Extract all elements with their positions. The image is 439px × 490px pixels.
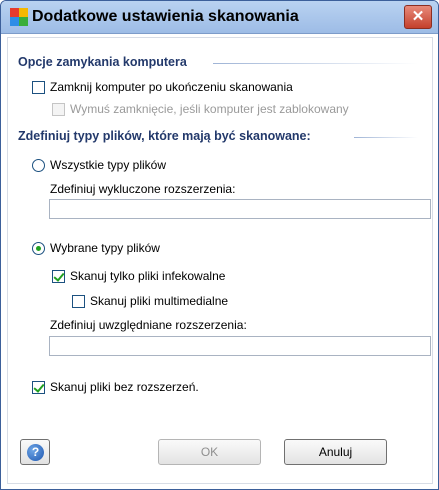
all-file-types-label[interactable]: Wszystkie typy plików [50, 158, 166, 172]
selected-file-types-label[interactable]: Wybrane typy plików [50, 241, 160, 255]
selected-file-types-radio[interactable] [32, 242, 45, 255]
file-types-section-title: Zdefiniuj typy plików, które mają być sk… [18, 129, 311, 143]
excluded-extensions-input[interactable] [49, 199, 431, 219]
section-divider [213, 63, 418, 64]
force-shutdown-label: Wymuś zamknięcie, jeśli komputer jest za… [70, 102, 349, 116]
app-icon [10, 8, 28, 26]
force-shutdown-checkbox[interactable] [52, 103, 65, 116]
included-extensions-label: Zdefiniuj uwzględniane rozszerzenia: [50, 318, 247, 332]
dialog-content: Opcje zamykania komputera Zamknij komput… [7, 37, 433, 484]
ok-button[interactable]: OK [158, 439, 261, 465]
multimedia-label[interactable]: Skanuj pliki multimedialne [90, 294, 228, 308]
help-button[interactable]: ? [20, 439, 50, 465]
close-button[interactable]: ✕ [404, 5, 432, 29]
no-extension-label[interactable]: Skanuj pliki bez rozszerzeń. [50, 380, 199, 394]
dialog-window: Dodatkowe ustawienia skanowania ✕ Opcje … [0, 0, 439, 490]
section-divider [354, 137, 418, 138]
shutdown-section-title: Opcje zamykania komputera [18, 55, 187, 69]
infectable-only-checkbox[interactable] [52, 270, 65, 283]
help-icon: ? [27, 444, 44, 461]
all-file-types-radio[interactable] [32, 159, 45, 172]
included-extensions-input[interactable] [49, 336, 431, 356]
multimedia-checkbox[interactable] [72, 295, 85, 308]
title-bar[interactable]: Dodatkowe ustawienia skanowania ✕ [1, 1, 438, 34]
shutdown-after-scan-label[interactable]: Zamknij komputer po ukończeniu skanowani… [50, 80, 293, 94]
close-icon: ✕ [411, 8, 425, 25]
excluded-extensions-label: Zdefiniuj wykluczone rozszerzenia: [50, 182, 236, 196]
shutdown-after-scan-checkbox[interactable] [32, 81, 45, 94]
cancel-button[interactable]: Anuluj [284, 439, 387, 465]
window-title: Dodatkowe ustawienia skanowania [32, 8, 299, 25]
no-extension-checkbox[interactable] [32, 381, 45, 394]
infectable-only-label[interactable]: Skanuj tylko pliki infekowalne [70, 269, 225, 283]
